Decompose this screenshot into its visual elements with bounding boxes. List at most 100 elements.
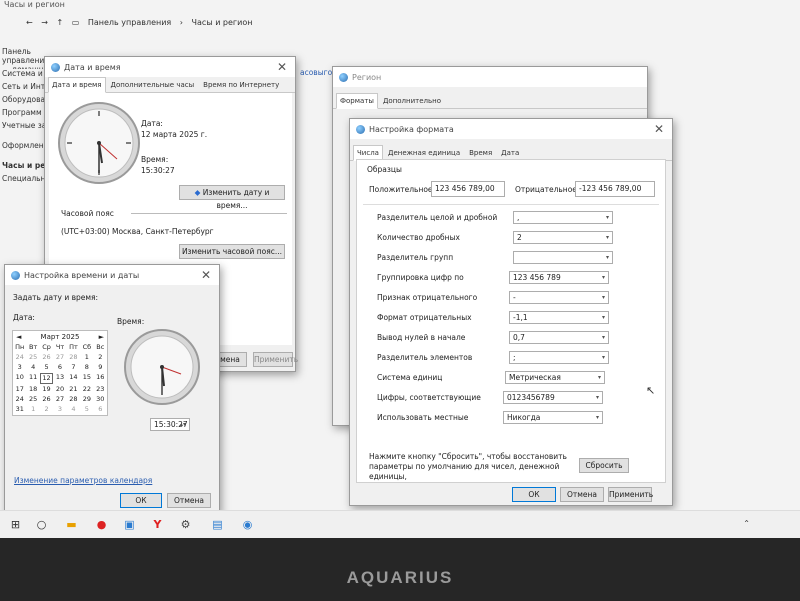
back-arrow-icon[interactable]: ← bbox=[26, 18, 33, 27]
format-row-dropdown[interactable]: - ▾ bbox=[509, 291, 609, 304]
calendar-day[interactable]: 31 bbox=[13, 405, 26, 414]
apply-button[interactable]: Применить bbox=[253, 352, 298, 367]
calendar-day[interactable]: 2 bbox=[40, 405, 53, 414]
tab-currency[interactable]: Денежная единица bbox=[384, 145, 464, 160]
calendar-day[interactable]: 3 bbox=[13, 363, 26, 372]
calendar-day[interactable]: 30 bbox=[94, 395, 107, 404]
format-row-dropdown[interactable]: ▾ bbox=[513, 251, 613, 264]
chevron-down-icon[interactable]: ▾ bbox=[602, 352, 605, 363]
chevron-down-icon[interactable]: ▾ bbox=[602, 332, 605, 343]
calendar-day[interactable]: 15 bbox=[80, 373, 93, 384]
calendar-day[interactable]: 24 bbox=[13, 353, 26, 362]
apply-button[interactable]: Применить bbox=[608, 487, 653, 502]
reset-button[interactable]: Сбросить bbox=[579, 458, 629, 473]
ok-button[interactable]: ОК bbox=[512, 487, 556, 502]
calendar[interactable]: ◄ Март 2025 ► Пн Вт Ср Чт Пт Сб Вс 24 25 26 27 28 1 2… bbox=[12, 330, 108, 416]
format-row-dropdown[interactable]: 2 ▾ bbox=[513, 231, 613, 244]
format-row-dropdown[interactable]: , ▾ bbox=[513, 211, 613, 224]
control-panel-link[interactable]: асовыго bbox=[300, 68, 332, 77]
close-icon[interactable]: ✕ bbox=[654, 122, 664, 136]
calendar-month[interactable]: Март 2025 bbox=[41, 333, 80, 341]
cancel-button[interactable]: Отмена bbox=[167, 493, 211, 508]
yandex-browser-icon[interactable]: Y bbox=[150, 517, 165, 532]
format-row-dropdown[interactable]: Никогда ▾ bbox=[503, 411, 603, 424]
breadcrumb[interactable]: ← → ↑ ▭ Панель управления › Часы и регио… bbox=[26, 18, 258, 27]
chevron-down-icon[interactable]: ▾ bbox=[602, 312, 605, 323]
forward-arrow-icon[interactable]: → bbox=[41, 18, 48, 27]
opera-icon[interactable]: ● bbox=[94, 517, 109, 532]
calendar-day[interactable]: 22 bbox=[80, 385, 93, 394]
format-row-dropdown[interactable]: 0123456789 ▾ bbox=[503, 391, 603, 404]
spin-icon[interactable]: ▴▾ bbox=[180, 419, 186, 430]
up-arrow-icon[interactable]: ↑ bbox=[57, 18, 64, 27]
calendar-day[interactable]: 1 bbox=[80, 353, 93, 362]
calendar-day[interactable]: 29 bbox=[80, 395, 93, 404]
change-calendar-link[interactable]: Изменение параметров календаря bbox=[14, 476, 152, 485]
tab-date[interactable]: Дата bbox=[497, 145, 523, 160]
calendar-day[interactable]: 16 bbox=[94, 373, 107, 384]
tab-additional-clocks[interactable]: Дополнительные часы bbox=[107, 77, 199, 92]
calendar-day[interactable]: 5 bbox=[40, 363, 53, 372]
calendar-day[interactable]: 18 bbox=[26, 385, 39, 394]
calendar-day[interactable]: 25 bbox=[26, 353, 39, 362]
tray-chevron-icon[interactable]: ⌃ bbox=[743, 519, 750, 528]
tab-date-time[interactable]: Дата и время bbox=[48, 77, 106, 93]
calendar-day[interactable]: 27 bbox=[53, 395, 66, 404]
set-time-input[interactable]: 15:30:27 ▴▾ bbox=[150, 418, 190, 431]
calendar-day[interactable]: 20 bbox=[53, 385, 66, 394]
chevron-down-icon[interactable]: ▾ bbox=[598, 372, 601, 383]
region-taskbar-icon[interactable]: ◉ bbox=[240, 517, 255, 532]
calendar-day[interactable]: 23 bbox=[94, 385, 107, 394]
calendar-day[interactable]: 28 bbox=[67, 353, 80, 362]
calendar-day[interactable]: 26 bbox=[40, 353, 53, 362]
close-icon[interactable]: ✕ bbox=[277, 60, 287, 74]
cancel-button[interactable]: Отмена bbox=[560, 487, 604, 502]
control-panel-icon[interactable]: ▤ bbox=[210, 517, 225, 532]
calendar-day[interactable]: 11 bbox=[26, 373, 39, 384]
calendar-day[interactable]: 7 bbox=[67, 363, 80, 372]
format-row-dropdown[interactable]: 123 456 789 ▾ bbox=[509, 271, 609, 284]
format-row-dropdown[interactable]: 0,7 ▾ bbox=[509, 331, 609, 344]
chevron-down-icon[interactable]: ▾ bbox=[602, 292, 605, 303]
tab-time[interactable]: Время bbox=[465, 145, 496, 160]
format-row-dropdown[interactable]: -1,1 ▾ bbox=[509, 311, 609, 324]
calendar-prev-icon[interactable]: ◄ bbox=[16, 331, 21, 343]
calendar-day[interactable]: 13 bbox=[53, 373, 66, 384]
calendar-day[interactable]: 10 bbox=[13, 373, 26, 384]
calendar-day[interactable]: 28 bbox=[67, 395, 80, 404]
start-icon[interactable]: ⊞ bbox=[8, 517, 23, 532]
calendar-day[interactable]: 17 bbox=[13, 385, 26, 394]
chevron-down-icon[interactable]: ▾ bbox=[602, 272, 605, 283]
calendar-day[interactable]: 4 bbox=[26, 363, 39, 372]
breadcrumb-item-clock-region[interactable]: Часы и регион bbox=[192, 18, 253, 27]
calendar-day[interactable]: 3 bbox=[53, 405, 66, 414]
calendar-day[interactable]: 12 bbox=[39, 373, 54, 384]
close-icon[interactable]: ✕ bbox=[201, 268, 211, 282]
calendar-day[interactable]: 5 bbox=[80, 405, 93, 414]
app-icon[interactable]: ▣ bbox=[122, 517, 137, 532]
calendar-day[interactable]: 4 bbox=[67, 405, 80, 414]
change-datetime-button[interactable]: ◆ Изменить дату и время... bbox=[179, 185, 285, 210]
breadcrumb-item-control-panel[interactable]: Панель управления bbox=[88, 18, 171, 27]
calendar-day[interactable]: 6 bbox=[94, 405, 107, 414]
calendar-day[interactable]: 27 bbox=[53, 353, 66, 362]
calendar-day[interactable]: 14 bbox=[67, 373, 80, 384]
calendar-next-icon[interactable]: ► bbox=[99, 331, 104, 343]
chevron-down-icon[interactable]: ▾ bbox=[606, 212, 609, 223]
file-explorer-icon[interactable]: ▬ bbox=[64, 517, 79, 532]
tab-formats[interactable]: Форматы bbox=[336, 93, 378, 109]
calendar-day[interactable]: 8 bbox=[80, 363, 93, 372]
ok-button[interactable]: ОК bbox=[120, 493, 162, 508]
settings-gear-icon[interactable]: ⚙ bbox=[178, 517, 193, 532]
tab-advanced[interactable]: Дополнительно bbox=[379, 93, 445, 108]
search-icon[interactable]: ○ bbox=[34, 517, 49, 532]
calendar-day[interactable]: 19 bbox=[40, 385, 53, 394]
chevron-down-icon[interactable]: ▾ bbox=[606, 232, 609, 243]
change-timezone-button[interactable]: Изменить часовой пояс... bbox=[179, 244, 285, 259]
calendar-grid[interactable]: Пн Вт Ср Чт Пт Сб Вс 24 25 26 27 28 1 2 3 4 5 6 7 8 9 10 11 12 1… bbox=[13, 343, 107, 414]
chevron-down-icon[interactable]: ▾ bbox=[596, 392, 599, 403]
calendar-day[interactable]: 21 bbox=[67, 385, 80, 394]
calendar-day[interactable]: 2 bbox=[94, 353, 107, 362]
calendar-day[interactable]: 25 bbox=[26, 395, 39, 404]
calendar-day[interactable]: 6 bbox=[53, 363, 66, 372]
